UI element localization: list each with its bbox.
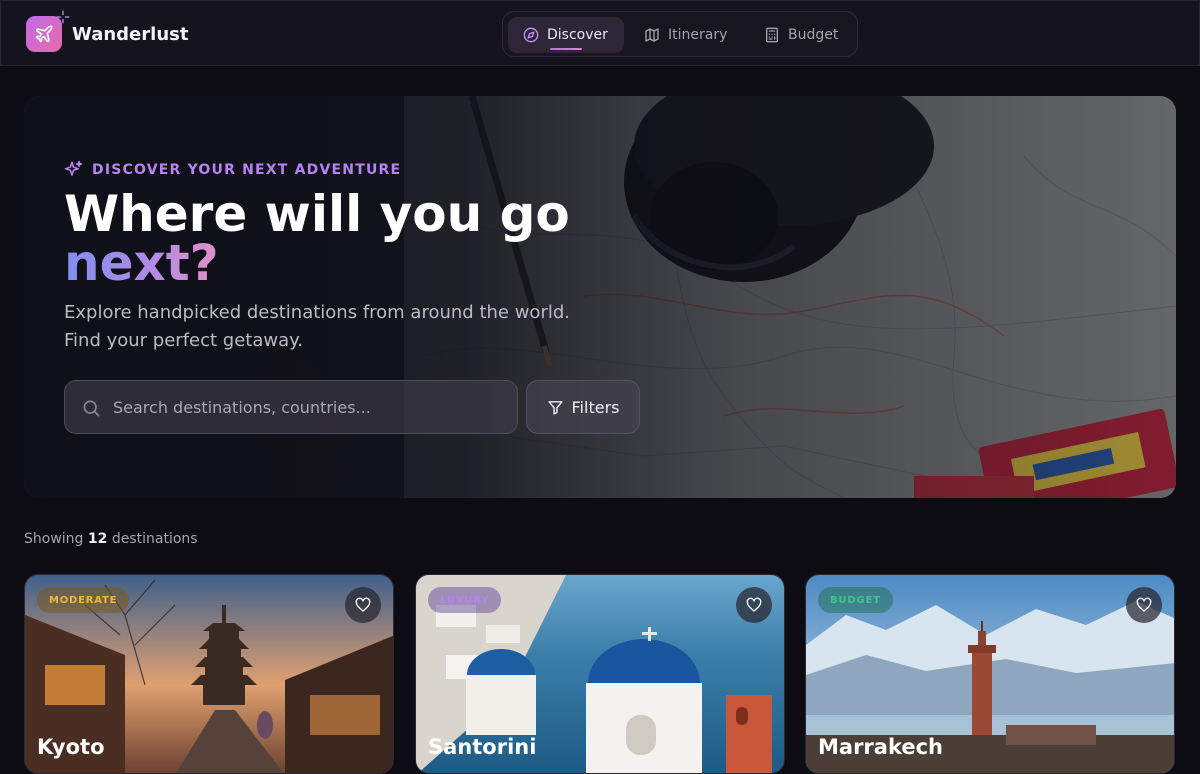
tab-label: Discover xyxy=(547,27,608,43)
destination-name: Kyoto xyxy=(37,735,105,759)
destination-card[interactable]: MODERATE Kyoto xyxy=(24,574,394,774)
results-number: 12 xyxy=(87,531,108,547)
filters-button[interactable]: Filters xyxy=(526,380,640,434)
destination-card[interactable]: LUXURY Santorini xyxy=(415,574,785,774)
tab-label: Budget xyxy=(788,27,839,43)
budget-badge: MODERATE xyxy=(37,587,130,613)
hero-eyebrow: DISCOVER YOUR NEXT ADVENTURE xyxy=(64,160,401,179)
compass-icon xyxy=(523,27,539,43)
sparkle-icon xyxy=(56,10,70,24)
active-indicator xyxy=(550,48,582,50)
badge-label: LUXURY xyxy=(440,594,490,606)
main-nav: Discover Itinerary Budget xyxy=(502,11,858,57)
heart-icon xyxy=(1136,597,1152,612)
budget-badge: LUXURY xyxy=(428,587,502,613)
hero-subtitle: Explore handpicked destinations from aro… xyxy=(64,299,624,355)
tab-budget[interactable]: Budget xyxy=(750,17,850,53)
destination-name: Marrakech xyxy=(818,735,943,759)
sparkles-icon xyxy=(64,160,83,176)
hero-overlay xyxy=(24,96,1176,498)
results-prefix: Showing xyxy=(24,531,84,547)
destination-name: Santorini xyxy=(428,735,537,759)
search-box xyxy=(64,380,518,434)
search-input[interactable] xyxy=(113,381,505,433)
badge-label: MODERATE xyxy=(49,594,118,606)
hero-subtitle-line-1: Explore handpicked destinations from aro… xyxy=(64,302,570,323)
budget-badge: BUDGET xyxy=(818,587,893,613)
app-name: Wanderlust xyxy=(72,23,189,45)
badge-label: BUDGET xyxy=(830,594,881,606)
favorite-button[interactable] xyxy=(1126,587,1162,623)
heart-icon xyxy=(746,597,762,612)
plane-icon xyxy=(26,10,70,52)
favorite-button[interactable] xyxy=(345,587,381,623)
destination-card[interactable]: BUDGET Marrakech xyxy=(805,574,1175,774)
heart-icon xyxy=(355,597,371,612)
hero-banner: DISCOVER YOUR NEXT ADVENTURE Where will … xyxy=(24,96,1176,498)
calculator-icon xyxy=(766,27,778,43)
favorite-button[interactable] xyxy=(736,587,772,623)
eyebrow-text: DISCOVER YOUR NEXT ADVENTURE xyxy=(92,161,402,178)
map-icon xyxy=(645,28,659,42)
results-suffix: destinations xyxy=(111,531,198,547)
tab-discover[interactable]: Discover xyxy=(508,17,624,53)
tab-itinerary[interactable]: Itinerary xyxy=(630,17,740,53)
hero-subtitle-line-2: Find your perfect getaway. xyxy=(64,330,303,351)
filters-label: Filters xyxy=(571,397,620,417)
tab-label: Itinerary xyxy=(668,27,728,43)
top-bar: Wanderlust Discover Itinerary Budget xyxy=(0,0,1200,66)
search-icon xyxy=(83,400,100,417)
hero-title-accent: next? xyxy=(64,234,219,292)
brand[interactable]: Wanderlust xyxy=(26,10,189,52)
results-count: Showing 12 destinations xyxy=(24,531,198,547)
hero-title: Where will you go next? xyxy=(64,189,684,288)
filter-icon xyxy=(547,400,563,415)
